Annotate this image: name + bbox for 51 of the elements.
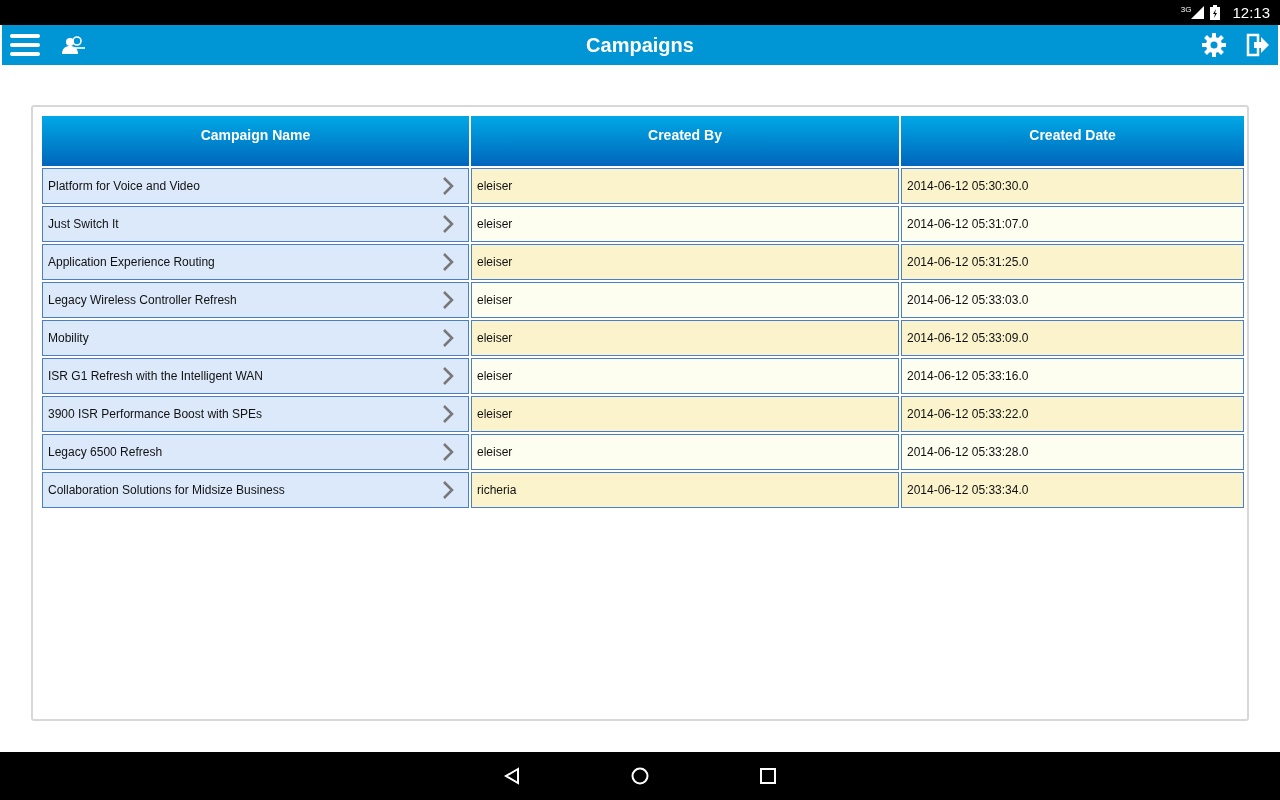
campaign-row[interactable]: Legacy Wireless Controller Refresh	[42, 282, 469, 318]
campaign-row[interactable]: Legacy 6500 Refresh	[42, 434, 469, 470]
chevron-right-icon	[442, 442, 454, 462]
chevron-right-icon	[442, 404, 454, 424]
campaign-row[interactable]: Mobility	[42, 320, 469, 356]
campaign-row[interactable]: 3900 ISR Performance Boost with SPEs	[42, 396, 469, 432]
chevron-right-icon	[442, 328, 454, 348]
table-cell: eleiser	[471, 168, 899, 204]
table-cell: 2014-06-12 05:30:30.0	[901, 168, 1244, 204]
table-cell: eleiser	[471, 206, 899, 242]
table-cell: eleiser	[471, 282, 899, 318]
campaign-row[interactable]: Application Experience Routing	[42, 244, 469, 280]
table-cell: 2014-06-12 05:31:07.0	[901, 206, 1244, 242]
back-icon[interactable]	[503, 767, 521, 785]
chevron-right-icon	[442, 480, 454, 500]
chevron-right-icon	[442, 366, 454, 386]
campaign-row[interactable]: Just Switch It	[42, 206, 469, 242]
screen-title: Campaigns	[585, 33, 695, 57]
table-cell: richeria	[471, 472, 899, 508]
settings-icon[interactable]	[1202, 33, 1226, 57]
recents-icon[interactable]	[759, 767, 777, 785]
table-cell: 2014-06-12 05:31:25.0	[901, 244, 1244, 280]
battery-icon	[1210, 5, 1221, 20]
campaign-row[interactable]: Platform for Voice and Video	[42, 168, 469, 204]
table-cell: eleiser	[471, 396, 899, 432]
column-header: Created Date	[901, 116, 1244, 166]
table-cell: 2014-06-12 05:33:16.0	[901, 358, 1244, 394]
campaign-row[interactable]: Collaboration Solutions for Midsize Business	[42, 472, 469, 508]
logout-icon[interactable]	[1246, 33, 1270, 57]
table-cell: eleiser	[471, 244, 899, 280]
chevron-right-icon	[442, 176, 454, 196]
chevron-right-icon	[442, 214, 454, 234]
table-cell: 2014-06-12 05:33:34.0	[901, 472, 1244, 508]
table-cell: 2014-06-12 05:33:09.0	[901, 320, 1244, 356]
column-header: Created By	[471, 116, 899, 166]
table-cell: 2014-06-12 05:33:22.0	[901, 396, 1244, 432]
table-cell: eleiser	[471, 320, 899, 356]
home-icon[interactable]	[631, 767, 649, 785]
table-cell: 2014-06-12 05:33:28.0	[901, 434, 1244, 470]
clock-time: 12:13	[1232, 4, 1270, 21]
users-icon[interactable]	[62, 36, 86, 54]
campaign-row[interactable]: ISR G1 Refresh with the Intelligent WAN	[42, 358, 469, 394]
signal-icon	[1191, 6, 1205, 19]
network-type: 3G	[1180, 5, 1192, 14]
column-header: Campaign Name	[42, 116, 469, 166]
table-cell: eleiser	[471, 434, 899, 470]
table-cell: eleiser	[471, 358, 899, 394]
menu-icon[interactable]	[10, 33, 40, 57]
chevron-right-icon	[442, 290, 454, 310]
chevron-right-icon	[442, 252, 454, 272]
table-cell: 2014-06-12 05:33:03.0	[901, 282, 1244, 318]
